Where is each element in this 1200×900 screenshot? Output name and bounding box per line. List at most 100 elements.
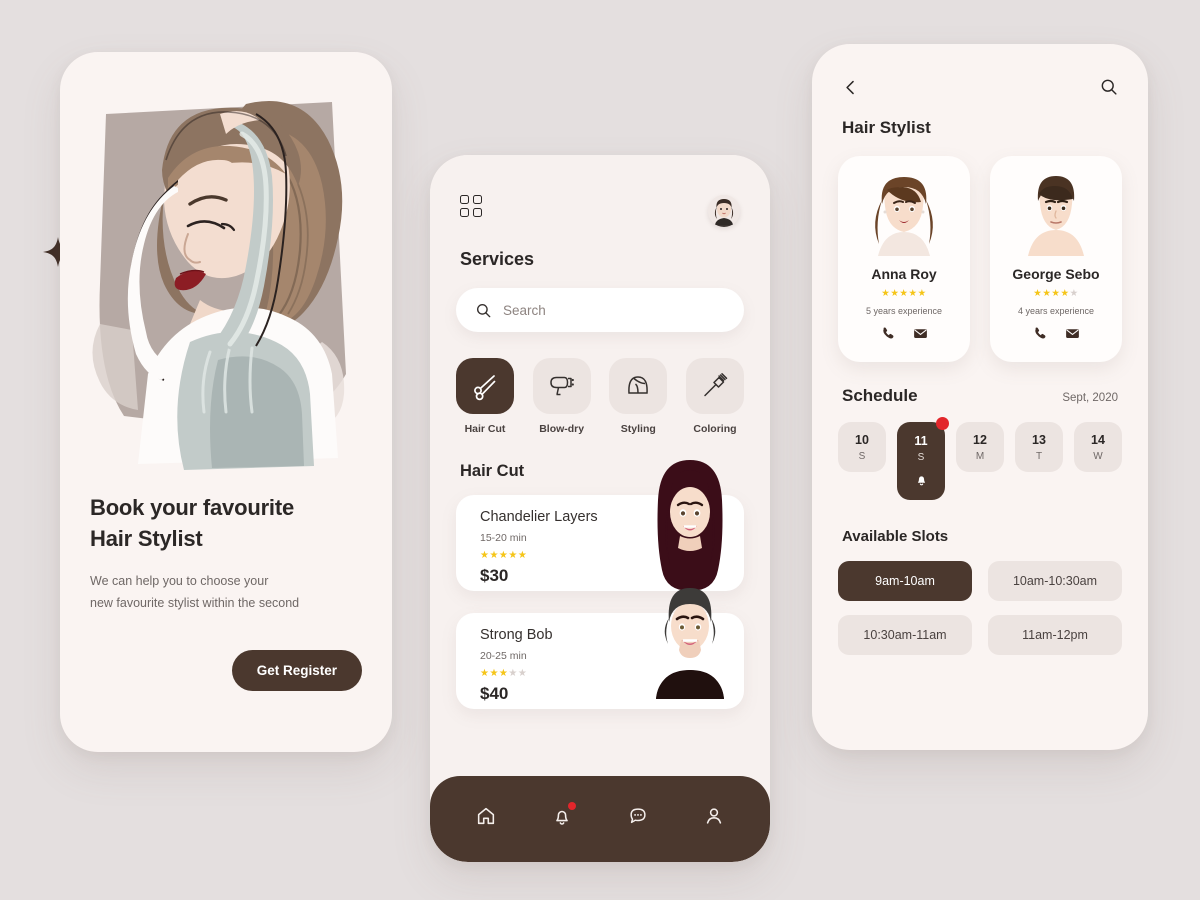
date-number: 13 xyxy=(1032,432,1046,447)
schedule-month: Sept, 2020 xyxy=(1062,392,1118,404)
schedule-title: Schedule xyxy=(842,386,918,405)
service-categories: Hair Cut Blow-dry Styling Coloring xyxy=(456,358,744,435)
star-filled: ★★★★★ xyxy=(480,550,528,561)
notification-badge xyxy=(568,802,576,810)
mail-icon[interactable] xyxy=(913,326,928,346)
service-list: Chandelier Layers 15-20 min ★★★★★ $30 St… xyxy=(456,460,744,709)
service-avatar xyxy=(644,456,736,591)
hairdryer-icon xyxy=(549,376,574,396)
grid-menu-icon[interactable] xyxy=(460,195,482,217)
category-coloring[interactable]: Coloring xyxy=(685,358,744,435)
schedule-header: Schedule Sept, 2020 xyxy=(842,386,1118,406)
date-number: 10 xyxy=(855,432,869,447)
star-filled: ★★★★ xyxy=(1033,288,1070,299)
back-chevron-icon[interactable] xyxy=(842,79,859,96)
stylist-topbar xyxy=(812,44,1148,96)
date-dow: S xyxy=(917,452,925,463)
date-number: 12 xyxy=(973,432,987,447)
phone-onboarding: Book your favourite Hair Stylist We can … xyxy=(60,52,392,752)
category-tile xyxy=(532,358,591,414)
styling-head-icon xyxy=(628,376,649,394)
category-label: Coloring xyxy=(693,423,737,435)
page-subtitle: We can help you to choose your new favou… xyxy=(90,574,300,610)
search-icon[interactable] xyxy=(1100,78,1118,96)
date-dow: T xyxy=(1035,450,1043,462)
time-slot[interactable]: 10am-10:30am xyxy=(988,561,1122,601)
stylist-avatar xyxy=(1013,170,1099,256)
list-item[interactable]: Strong Bob 20-25 min ★★★★★ $40 xyxy=(456,588,744,709)
chat-icon xyxy=(630,808,646,824)
stylist-card-george-sebo[interactable]: George Sebo ★★★★★ 4 years experience xyxy=(990,156,1122,362)
home-icon xyxy=(477,807,495,825)
date-cell[interactable]: 10 S xyxy=(838,422,886,472)
bell-icon xyxy=(917,476,925,486)
date-cell[interactable]: 13 T xyxy=(1015,422,1063,472)
stylist-experience: 5 years experience xyxy=(865,306,943,316)
nav-messages[interactable] xyxy=(621,799,655,833)
date-number: 14 xyxy=(1091,432,1105,447)
hero-illustration xyxy=(60,52,392,472)
date-cell[interactable]: 14 W xyxy=(1074,422,1122,472)
date-dow: W xyxy=(1093,450,1103,462)
services-topbar xyxy=(430,155,770,227)
date-cell-selected[interactable]: 11 S xyxy=(897,417,949,500)
services-screen: Services Search Hair Cut Blow-dry Stylin… xyxy=(430,155,770,790)
stylist-avatar xyxy=(861,170,947,256)
mail-icon[interactable] xyxy=(1065,326,1080,346)
stylist-card-anna-roy[interactable]: Anna Roy ★★★★★ 5 years experience xyxy=(838,156,970,362)
stylist-name: George Sebo xyxy=(1012,266,1100,282)
phone-icon[interactable] xyxy=(1033,326,1047,346)
category-label: Hair Cut xyxy=(464,423,506,435)
stylist-name: Anna Roy xyxy=(871,266,937,282)
page-title: Hair Stylist xyxy=(842,118,931,137)
rating-stars: ★★★★★ xyxy=(998,288,1114,299)
date-dow: M xyxy=(975,450,985,462)
category-hair-cut[interactable]: Hair Cut xyxy=(456,358,514,435)
category-label: Blow-dry xyxy=(539,423,585,435)
dye-brush-icon xyxy=(704,373,728,397)
category-label: Styling xyxy=(620,423,656,435)
search-input[interactable] xyxy=(503,302,724,318)
time-slot-selected[interactable]: 9am-10am xyxy=(838,561,972,601)
search-icon xyxy=(476,303,491,317)
date-dow: S xyxy=(858,450,866,462)
service-avatar xyxy=(644,574,736,709)
star-empty: ★★ xyxy=(508,668,528,679)
nav-notifications[interactable] xyxy=(545,799,579,833)
date-number: 11 xyxy=(914,434,928,448)
time-slot[interactable]: 10:30am-11am xyxy=(838,615,972,655)
stylist-experience: 4 years experience xyxy=(1017,306,1095,316)
stylist-actions xyxy=(846,326,962,346)
search-bar[interactable] xyxy=(456,288,744,332)
get-register-button[interactable]: Get Register xyxy=(231,650,362,692)
category-blow-dry[interactable]: Blow-dry xyxy=(532,358,591,435)
nav-profile[interactable] xyxy=(697,799,731,833)
rating-stars: ★★★★★ xyxy=(846,288,962,299)
category-tile xyxy=(609,358,668,414)
star-empty: ★ xyxy=(1069,288,1079,299)
nav-home[interactable] xyxy=(469,799,503,833)
category-tile xyxy=(456,358,514,414)
date-badge xyxy=(936,417,949,430)
slots-title: Available Slots xyxy=(842,528,949,545)
time-slot-grid: 9am-10am 10am-10:30am 10:30am-11am 11am-… xyxy=(838,561,1122,655)
cta-row: Get Register xyxy=(90,650,362,692)
stylist-actions xyxy=(998,326,1114,346)
date-picker: 10 S 11 S 12 M 13 T 14 W xyxy=(838,417,1122,500)
scissors-icon xyxy=(474,375,496,401)
phone-icon[interactable] xyxy=(881,326,895,346)
phone-services: Services Search Hair Cut Blow-dry Stylin… xyxy=(430,155,770,862)
star-filled: ★★★ xyxy=(480,668,509,679)
avatar[interactable] xyxy=(708,195,740,227)
page-title: Book your favourite Hair Stylist xyxy=(90,495,295,552)
category-tile xyxy=(685,358,744,414)
stylist-cards: Anna Roy ★★★★★ 5 years experience George… xyxy=(838,156,1122,362)
app-mockup-stage: Book your favourite Hair Stylist We can … xyxy=(0,0,1200,900)
time-slot[interactable]: 11am-12pm xyxy=(988,615,1122,655)
onboarding-copy: Book your favourite Hair Stylist We can … xyxy=(60,492,392,692)
category-styling[interactable]: Styling xyxy=(609,358,668,435)
star-filled: ★★★★★ xyxy=(881,288,927,299)
person-icon xyxy=(706,808,722,824)
date-cell[interactable]: 12 M xyxy=(956,422,1004,472)
bottom-nav xyxy=(430,776,770,862)
